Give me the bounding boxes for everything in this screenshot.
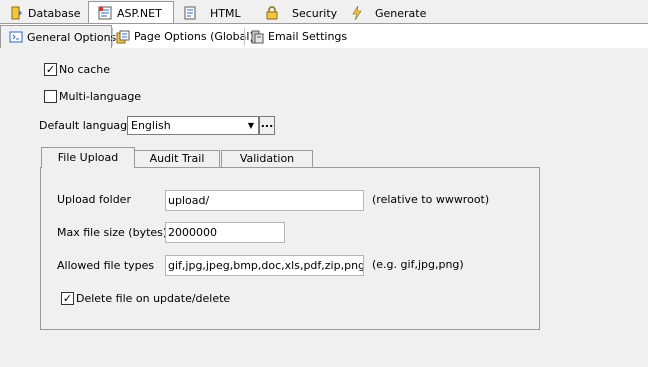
multi-language-option[interactable]: Multi-language xyxy=(44,90,141,103)
tab-page-options[interactable]: Page Options (Global) xyxy=(108,26,254,47)
lightning-icon xyxy=(350,5,364,21)
tab-database[interactable]: Database xyxy=(0,3,88,23)
tab-validation[interactable]: Validation xyxy=(221,150,313,168)
default-language-browse-button[interactable]: ... xyxy=(259,116,275,135)
delete-on-update-option[interactable]: ✓ Delete file on update/delete xyxy=(61,292,230,305)
upload-folder-input[interactable]: upload/ xyxy=(165,190,364,211)
html-icon xyxy=(183,6,197,20)
sub-tab-strip: General Options Page Options (Global) Em… xyxy=(0,24,648,48)
max-file-size-input[interactable]: 2000000 xyxy=(165,222,285,243)
tab-security[interactable]: Security xyxy=(256,3,346,23)
delete-on-update-label: Delete file on update/delete xyxy=(76,292,231,305)
multi-language-label: Multi-language xyxy=(59,90,142,103)
upload-folder-hint: (relative to wwwroot) xyxy=(372,193,490,206)
general-options-icon xyxy=(9,30,23,44)
max-file-size-label: Max file size (bytes) xyxy=(57,226,168,239)
tab-html[interactable]: HTML xyxy=(174,3,264,23)
tab-generate-label: Generate xyxy=(375,6,427,20)
chevron-down-icon[interactable]: ▼ xyxy=(244,117,258,134)
tab-general-options[interactable]: General Options xyxy=(0,25,116,48)
delete-on-update-checkbox[interactable]: ✓ xyxy=(61,292,74,305)
allowed-file-types-label: Allowed file types xyxy=(57,259,155,272)
page-options-icon xyxy=(116,30,130,44)
default-language-label: Default language xyxy=(39,119,134,132)
tab-file-upload[interactable]: File Upload xyxy=(41,147,135,168)
database-icon xyxy=(9,6,23,20)
upload-folder-label: Upload folder xyxy=(57,193,131,206)
default-language-select[interactable]: English ▼ xyxy=(127,116,259,135)
no-cache-checkbox[interactable]: ✓ xyxy=(44,63,57,76)
main-tab-strip: Database ASP.NET HTML Security Generate xyxy=(0,0,648,24)
tab-generate[interactable]: Generate xyxy=(341,3,431,23)
tab-aspnet[interactable]: ASP.NET xyxy=(88,1,174,24)
no-cache-option[interactable]: ✓ No cache xyxy=(44,63,110,76)
tab-audit-trail[interactable]: Audit Trail xyxy=(134,150,220,168)
no-cache-label: No cache xyxy=(59,63,111,76)
tab-email-settings-label: Email Settings xyxy=(268,30,348,43)
lock-icon xyxy=(265,6,279,20)
tab-security-label: Security xyxy=(292,6,338,20)
allowed-file-types-hint: (e.g. gif,jpg,png) xyxy=(372,258,464,271)
tab-database-label: Database xyxy=(28,6,81,20)
tab-aspnet-label: ASP.NET xyxy=(117,6,162,20)
email-settings-icon xyxy=(250,30,264,44)
allowed-file-types-input[interactable]: gif,jpg,jpeg,bmp,doc,xls,pdf,zip,png xyxy=(165,255,364,276)
multi-language-checkbox[interactable] xyxy=(44,90,57,103)
aspnet-icon xyxy=(98,6,112,20)
tab-page-options-label: Page Options (Global) xyxy=(134,30,254,43)
tab-general-options-label: General Options xyxy=(27,30,117,44)
default-language-value: English xyxy=(131,119,171,132)
tab-html-label: HTML xyxy=(210,6,241,20)
tab-email-settings[interactable]: Email Settings xyxy=(242,26,348,47)
